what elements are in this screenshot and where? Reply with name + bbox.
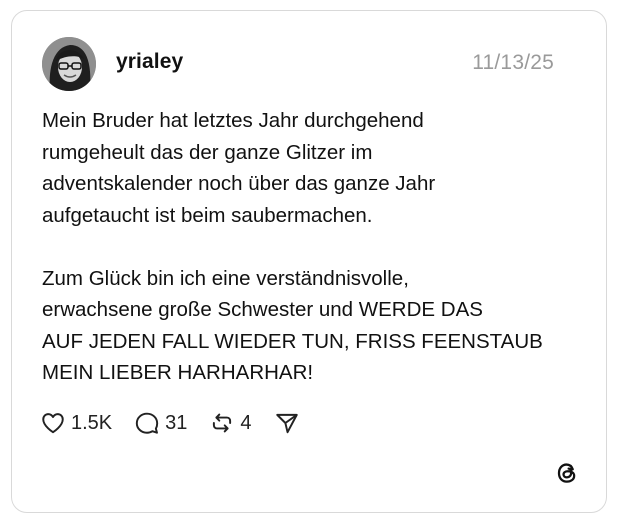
post-body: Mein Bruder hat letztes Jahr durchgehend… — [42, 105, 582, 389]
comment-bubble-icon — [135, 412, 159, 434]
comment-count: 31 — [165, 411, 188, 434]
share-button[interactable] — [274, 410, 300, 436]
like-button[interactable]: 1.5K — [40, 410, 112, 436]
avatar[interactable] — [42, 37, 96, 91]
action-bar: 1.5K 31 4 — [40, 408, 322, 438]
repost-icon — [213, 413, 232, 433]
like-count: 1.5K — [71, 411, 113, 434]
post-date: 11/13/25 — [472, 51, 554, 74]
send-icon — [275, 413, 298, 434]
post-paragraph: Zum Glück bin ich eine verständnisvolle,… — [42, 266, 543, 385]
repost-button[interactable]: 4 — [209, 410, 252, 436]
comment-button[interactable]: 31 — [134, 410, 187, 436]
avatar-photo — [42, 37, 96, 91]
threads-logo-icon[interactable] — [554, 460, 580, 486]
heart-icon — [42, 413, 64, 434]
repost-count: 4 — [240, 411, 252, 434]
post-card: yrialey 11/13/25 Mein Bruder hat letztes… — [11, 10, 607, 513]
username[interactable]: yrialey — [116, 50, 183, 74]
post-paragraph: Mein Bruder hat letztes Jahr durchgehend… — [42, 109, 436, 227]
